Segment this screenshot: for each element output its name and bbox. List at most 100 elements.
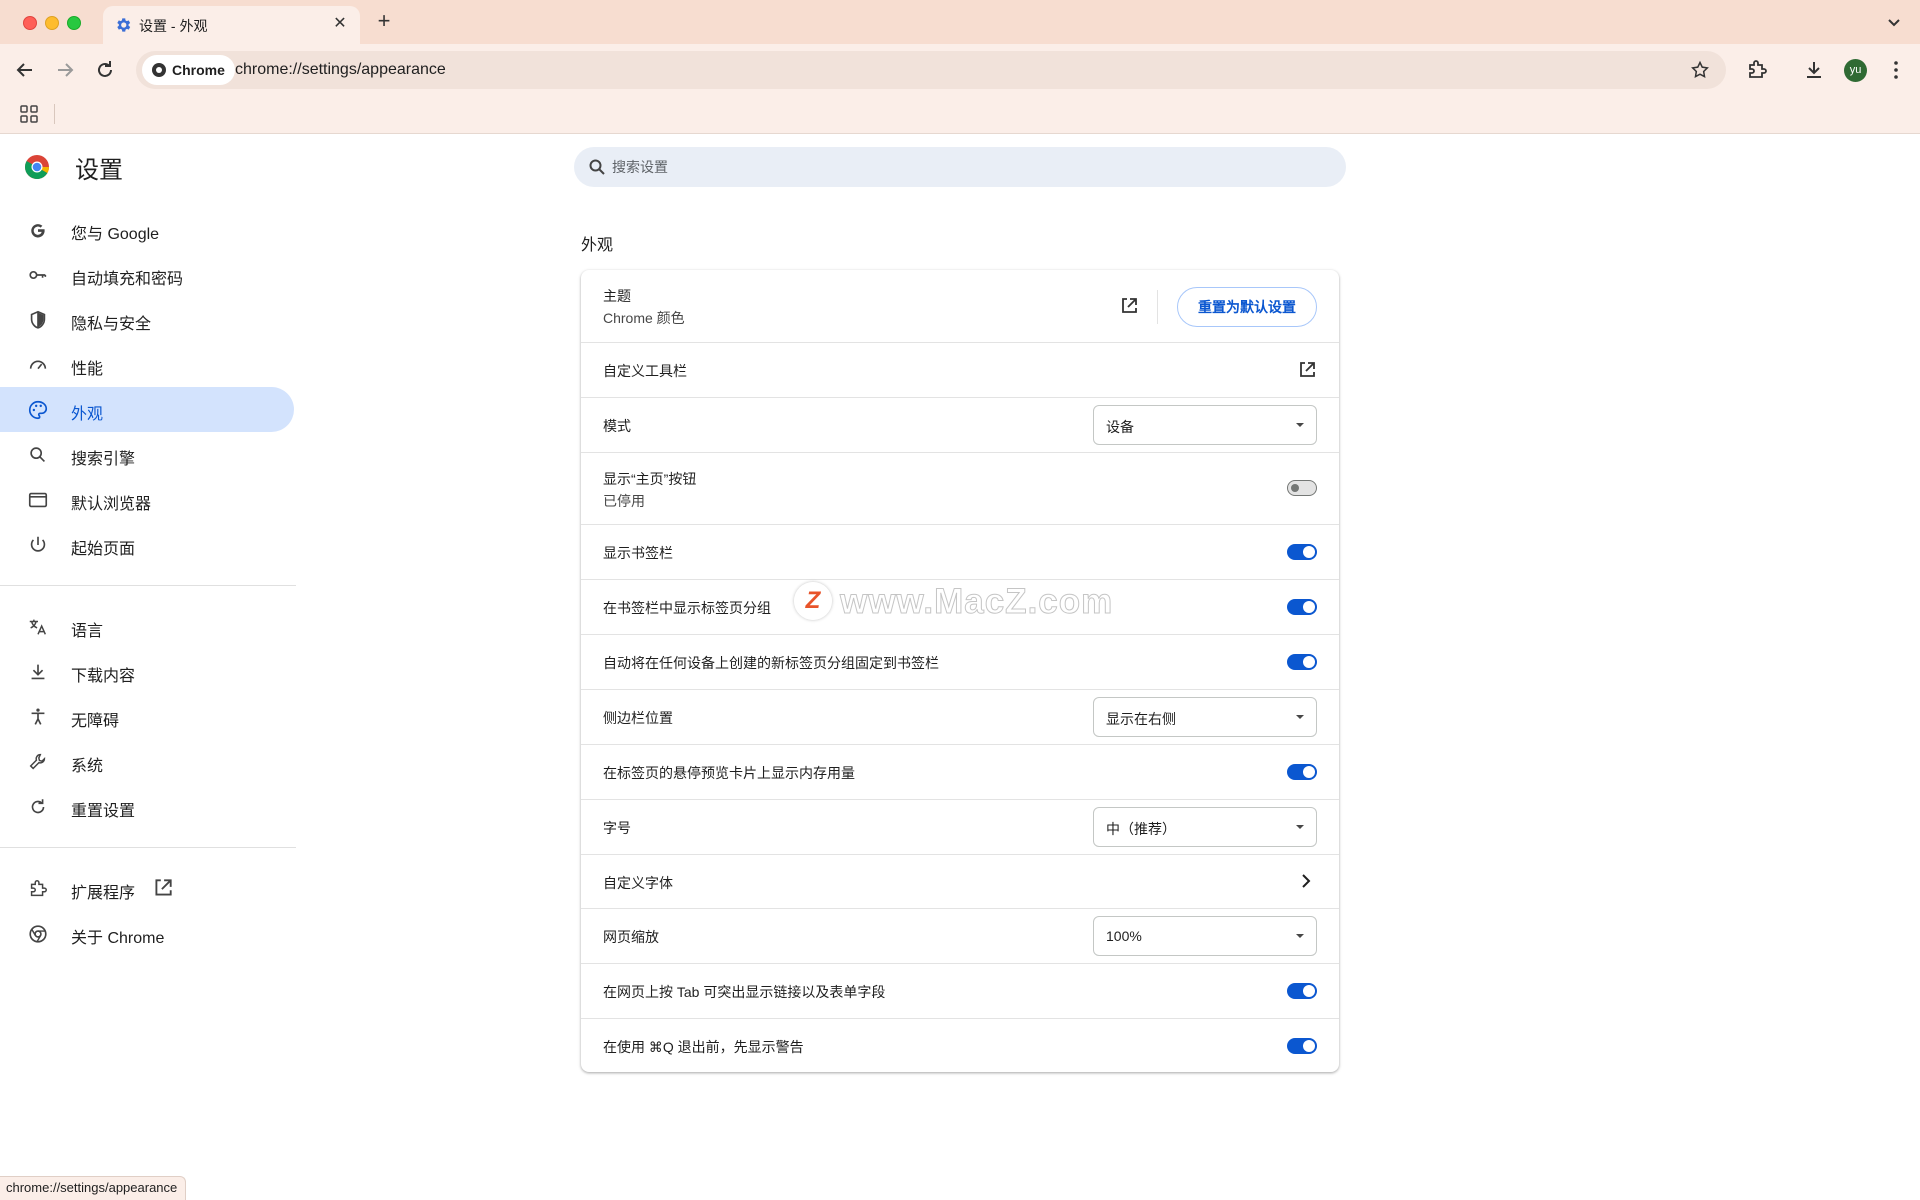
sidebar-item-label: 扩展程序 [71,885,136,902]
sidebar-item-label: 性能 [71,361,104,378]
nav-divider [0,585,296,586]
more-menu-icon[interactable] [1884,58,1908,82]
sidebar-item-label: 默认浏览器 [71,496,152,513]
site-info-chip[interactable]: Chrome [142,55,235,85]
sidebar-item-search[interactable]: 搜索引擎 [0,432,294,477]
page-zoom-select[interactable]: 100% [1093,916,1317,956]
tab-groups-toggle[interactable] [1287,599,1317,615]
download-icon[interactable] [1802,58,1826,82]
bookmark-star-icon[interactable] [1690,60,1710,80]
sidebar-item-label: 语言 [71,623,104,640]
tab-title: 设置 - 外观 [139,18,208,34]
profile-avatar[interactable]: yu [1844,59,1867,82]
title-bar: 设置 - 外观 ✕ + [0,0,1920,44]
chevron-right-icon [1302,874,1311,888]
sidebar-item-chrome[interactable]: 关于 Chrome [0,911,294,956]
puzzle-icon [30,880,47,897]
open-in-new-icon[interactable] [1119,296,1139,316]
address-bar[interactable]: Chrome chrome://settings/appearance [136,51,1726,89]
google-g-icon [31,224,45,238]
reload-icon[interactable] [93,58,117,82]
pin-groups-toggle[interactable] [1287,654,1317,670]
side-panel-row: 侧边栏位置 显示在右侧 [581,689,1339,744]
gear-icon [117,18,131,32]
tab-highlight-label: 在网页上按 Tab 可突出显示链接以及表单字段 [603,984,886,1000]
status-bubble: chrome://settings/appearance [0,1176,187,1200]
caret-down-icon [1296,934,1304,938]
close-window-button[interactable] [23,16,37,30]
power-icon [30,536,46,552]
sidebar-item-wrench[interactable]: 系统 [0,739,294,784]
forward-arrow-icon[interactable] [53,58,77,82]
theme-row: 主题 Chrome 颜色 重置为默认设置 [581,270,1339,342]
sidebar-item-reset[interactable]: 重置设置 [0,784,294,829]
sidebar-item-google-g[interactable]: 您与 Google [0,207,294,252]
back-arrow-icon[interactable] [13,58,37,82]
browser-window-icon [28,492,48,508]
tab-highlight-toggle[interactable] [1287,983,1317,999]
font-size-label: 字号 [603,820,631,836]
memory-usage-toggle[interactable] [1287,764,1317,780]
palette-icon [29,400,48,420]
pin-groups-label: 自动将在任何设备上创建的新标签页分组固定到书签栏 [603,655,939,671]
settings-nav: 您与 Google 自动填充和密码 隐私与安全性能外观搜索引擎默认浏览器起始页面语言… [0,207,296,956]
mode-row: 模式 设备 [581,397,1339,452]
custom-fonts-row[interactable]: 自定义字体 [581,854,1339,908]
chrome-icon [152,63,166,77]
open-in-new-icon[interactable] [1297,360,1317,380]
tab-close-icon[interactable]: ✕ [330,14,350,34]
caret-down-icon [1296,715,1304,719]
bookmarks-divider [54,104,55,124]
search-icon [30,447,46,463]
sidebar-item-shield[interactable]: 隐私与安全 [0,297,294,342]
translate-icon [29,619,47,635]
home-button-toggle[interactable] [1287,480,1317,496]
mode-label: 模式 [603,418,631,434]
sidebar-item-translate[interactable]: 语言 [0,604,294,649]
bookmarks-bar-label: 显示书签栏 [603,545,673,561]
nav-divider [0,847,296,848]
toolbar-customize-row[interactable]: 自定义工具栏 [581,342,1339,397]
url-text[interactable]: chrome://settings/appearance [235,61,446,79]
sidebar-item-browser-window[interactable]: 默认浏览器 [0,477,294,522]
apps-grid-icon[interactable] [20,105,38,123]
tab-search-chevron-icon[interactable] [1884,12,1904,32]
search-input[interactable] [612,147,1312,187]
sidebar-item-label: 外观 [71,406,104,423]
bookmarks-bar [0,96,1920,134]
sidebar-item-palette[interactable]: 外观 [0,387,294,432]
quit-warning-toggle[interactable] [1287,1038,1317,1054]
sidebar-item-label: 搜索引擎 [71,451,136,468]
reset-theme-button[interactable]: 重置为默认设置 [1177,287,1317,327]
side-panel-select[interactable]: 显示在右侧 [1093,697,1317,737]
sidebar-item-download[interactable]: 下载内容 [0,649,294,694]
section-title: 外观 [581,237,614,254]
minimize-window-button[interactable] [45,16,59,30]
extensions-puzzle-icon[interactable] [1745,58,1769,82]
sidebar-item-key[interactable]: 自动填充和密码 [0,252,294,297]
caret-down-icon [1296,423,1304,427]
sidebar-item-power[interactable]: 起始页面 [0,522,294,567]
open-in-new-icon [155,879,172,896]
bookmarks-bar-row: 显示书签栏 [581,524,1339,579]
sidebar-item-puzzle[interactable]: 扩展程序 [0,866,294,911]
zoom-window-button[interactable] [67,16,81,30]
sidebar-item-accessibility[interactable]: 无障碍 [0,694,294,739]
font-size-row: 字号 中（推荐） [581,799,1339,854]
new-tab-button[interactable]: + [372,10,396,34]
sidebar-item-label: 重置设置 [71,803,136,820]
font-size-select[interactable]: 中（推荐） [1093,807,1317,847]
sidebar-item-label: 您与 Google [71,226,160,243]
sidebar-item-speedometer[interactable]: 性能 [0,342,294,387]
browser-toolbar: Chrome chrome://settings/appearance yu [0,44,1920,96]
sidebar-item-label: 起始页面 [71,541,136,558]
shield-icon [30,310,46,329]
site-info-label: Chrome [172,62,225,78]
bookmarks-bar-toggle[interactable] [1287,544,1317,560]
mode-select[interactable]: 设备 [1093,405,1317,445]
speedometer-icon [29,360,47,370]
settings-search[interactable] [574,147,1346,187]
accessibility-icon [31,708,45,725]
search-icon [589,159,605,175]
tab-settings[interactable]: 设置 - 外观 ✕ [103,6,360,44]
